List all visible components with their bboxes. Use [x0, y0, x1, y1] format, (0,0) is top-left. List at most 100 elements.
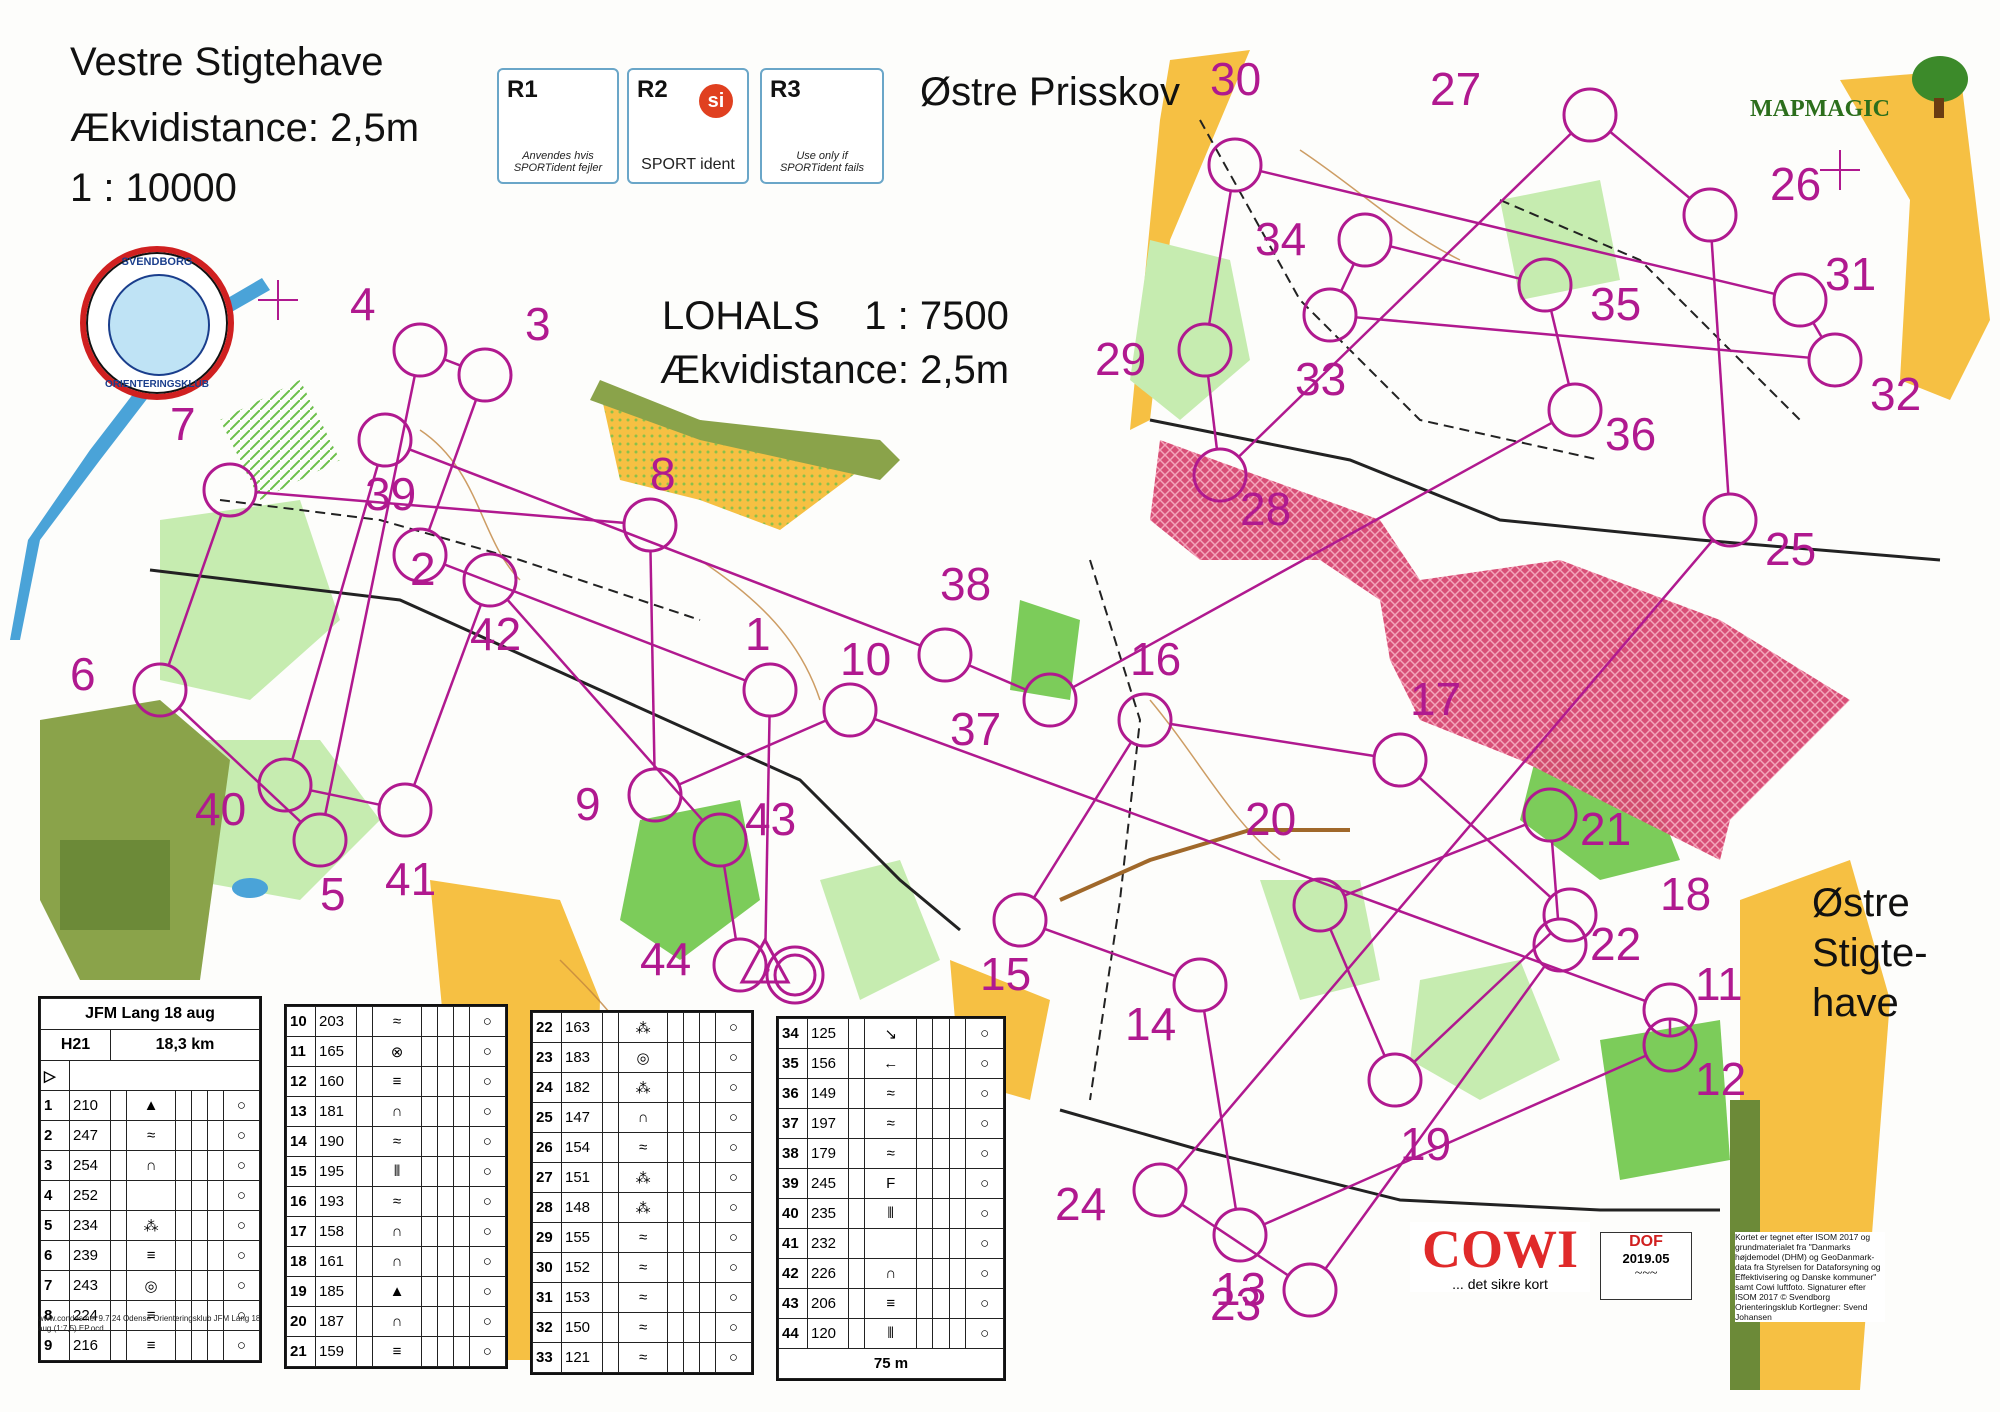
control-number-2: 2: [410, 543, 436, 595]
description-number: 1: [40, 1090, 70, 1121]
description-cell-e: [667, 1072, 685, 1103]
description-code: 239: [69, 1240, 111, 1271]
si-box-r2: R2 si SPORT ident: [627, 68, 749, 184]
control-number-6: 6: [70, 648, 96, 700]
description-code: 152: [561, 1252, 603, 1283]
control-number-4: 4: [350, 278, 376, 330]
description-feature-icon: ≡: [125, 1330, 177, 1361]
description-location-icon: ○: [714, 1282, 753, 1313]
description-location-icon: ○: [965, 1198, 1004, 1229]
si-box-r3-sub: Use only if SPORTident fails: [779, 150, 865, 174]
description-cell-c: [847, 1228, 866, 1259]
description-feature-icon: ⁂: [617, 1072, 669, 1103]
description-cell-e: [175, 1150, 193, 1181]
description-code: 165: [315, 1036, 357, 1067]
description-row-38: 38 179 ≈ ○: [778, 1138, 1004, 1169]
description-row-19: 19 185 ▲ ○: [286, 1276, 507, 1307]
description-cell-e: [916, 1048, 934, 1079]
start-symbol-icon: ▷: [40, 1060, 70, 1091]
description-number: 40: [778, 1198, 808, 1229]
description-location-icon: ○: [965, 1138, 1004, 1169]
control-number-1: 1: [745, 608, 771, 660]
description-row-3: 3 254 ∩ ○: [40, 1150, 261, 1181]
description-feature-icon: ↘: [864, 1018, 918, 1049]
description-code: 151: [561, 1162, 603, 1193]
description-cell-g: [452, 1126, 470, 1157]
description-location-icon: ○: [222, 1090, 261, 1121]
description-row-35: 35 156 ← ○: [778, 1048, 1004, 1079]
description-feature-icon: ⁂: [617, 1012, 669, 1043]
control-number-23: 23: [1210, 1278, 1261, 1330]
control-number-25: 25: [1765, 523, 1816, 575]
description-cell-e: [667, 1312, 685, 1343]
description-location-icon: ○: [468, 1006, 507, 1037]
description-number: 25: [532, 1102, 562, 1133]
description-cell-g: [948, 1078, 967, 1109]
description-cell-e: [667, 1162, 685, 1193]
description-feature-icon: ≈: [617, 1312, 669, 1343]
description-feature-icon: ≈: [617, 1222, 669, 1253]
description-row-7: 7 243 ◎ ○: [40, 1270, 261, 1301]
description-code: 182: [561, 1072, 603, 1103]
description-location-icon: ○: [965, 1168, 1004, 1199]
description-cell-g: [206, 1120, 224, 1151]
description-row-26: 26 154 ≈ ○: [532, 1132, 753, 1163]
control-descriptions-2: 10 203 ≈ ○ 11 165 ⊗ ○ 12 160 ≡ ○ 13 181 ∩ ○ 14 190 ≈ ○ 15 195…: [284, 1004, 508, 1369]
description-cell-g: [948, 1258, 967, 1289]
control-number-29: 29: [1095, 333, 1146, 385]
description-cell-g: [206, 1090, 224, 1121]
description-cell-f: [683, 1132, 700, 1163]
description-cell-c: [110, 1090, 127, 1121]
ostre-line-3: have: [1812, 981, 1899, 1025]
description-feature-icon: ∩: [864, 1258, 918, 1289]
si-box-r1-sub: Anvendes hvis SPORTident fejler: [513, 150, 603, 174]
description-cell-c: [847, 1258, 866, 1289]
description-row-44: 44 120 ⦀ ○: [778, 1318, 1004, 1349]
description-cell-f: [191, 1240, 208, 1271]
description-cell-f: [191, 1210, 208, 1241]
si-box-r2-title: R2: [637, 76, 668, 103]
control-number-31: 31: [1825, 248, 1876, 300]
description-cell-f: [932, 1228, 950, 1259]
description-feature-icon: ⁂: [617, 1192, 669, 1223]
description-cell-g: [948, 1018, 967, 1049]
control-number-44: 44: [640, 933, 691, 985]
description-cell-g: [948, 1108, 967, 1139]
description-cell-c: [110, 1210, 127, 1241]
description-cell-f: [932, 1078, 950, 1109]
description-cell-g: [452, 1336, 470, 1367]
description-cell-g: [948, 1048, 967, 1079]
map-title-lohals: LOHALS 1 : 7500: [662, 294, 1009, 338]
description-cell-f: [683, 1282, 700, 1313]
description-cell-f: [932, 1258, 950, 1289]
description-feature-icon: ←: [864, 1048, 918, 1079]
ostre-line-2: Stigte-: [1812, 931, 1928, 975]
description-code: 155: [561, 1222, 603, 1253]
control-number-42: 42: [470, 608, 521, 660]
description-cell-e: [421, 1156, 439, 1187]
description-cell-c: [602, 1072, 619, 1103]
description-cell-f: [683, 1042, 700, 1073]
description-cell-e: [916, 1078, 934, 1109]
description-code: 150: [561, 1312, 603, 1343]
description-cell-c: [356, 1096, 373, 1127]
description-cell-e: [667, 1282, 685, 1313]
description-number: 17: [286, 1216, 316, 1247]
control-number-39: 39: [365, 468, 416, 520]
description-code: 206: [807, 1288, 849, 1319]
description-location-icon: ○: [222, 1330, 261, 1361]
description-number: 42: [778, 1258, 808, 1289]
description-cell-e: [421, 1126, 439, 1157]
description-location-icon: ○: [468, 1306, 507, 1337]
description-number: 35: [778, 1048, 808, 1079]
description-cell-e: [421, 1186, 439, 1217]
description-location-icon: ○: [714, 1192, 753, 1223]
description-cell-c: [602, 1102, 619, 1133]
map-title-ostre-stigtehave: Østre Stigte- have: [1812, 878, 1928, 1028]
description-code: 210: [69, 1090, 111, 1121]
description-feature-icon: ≡: [125, 1240, 177, 1271]
description-cell-e: [916, 1318, 934, 1349]
description-cell-c: [847, 1078, 866, 1109]
description-code: 193: [315, 1186, 357, 1217]
description-location-icon: ○: [965, 1078, 1004, 1109]
